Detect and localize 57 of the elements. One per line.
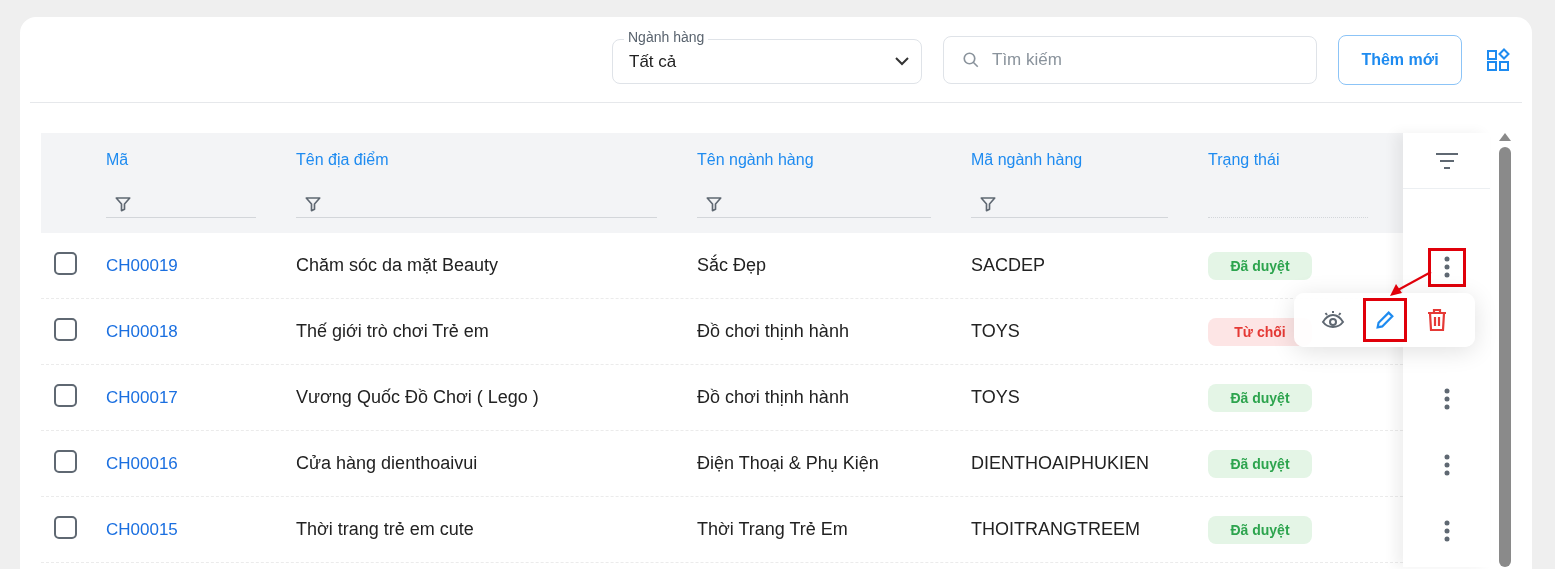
category-code: THOITRANGTREEM bbox=[971, 519, 1140, 539]
column-header[interactable]: Mã bbox=[106, 151, 256, 169]
sort-lines-icon[interactable] bbox=[1434, 151, 1459, 170]
search-field[interactable]: Tìm kiếm bbox=[943, 35, 1317, 84]
column-header[interactable]: Tên ngành hàng bbox=[697, 151, 931, 169]
category-name: Đồ chơi thịnh hành bbox=[697, 387, 849, 407]
place-name: Vương Quốc Đồ Chơi ( Lego ) bbox=[296, 387, 539, 407]
chevron-down-icon bbox=[895, 57, 909, 66]
row-checkbox[interactable] bbox=[54, 384, 77, 407]
filter-icon[interactable] bbox=[114, 195, 132, 213]
more-icon bbox=[1443, 256, 1450, 278]
row-checkbox[interactable] bbox=[54, 516, 77, 539]
code-link[interactable]: CH00017 bbox=[106, 387, 178, 407]
row-checkbox[interactable] bbox=[54, 252, 77, 275]
place-name: Cửa hàng dienthoaivui bbox=[296, 453, 478, 473]
column-header[interactable]: Trạng thái bbox=[1208, 151, 1368, 169]
code-link[interactable]: CH00016 bbox=[106, 453, 178, 473]
more-icon bbox=[1443, 520, 1450, 542]
search-icon bbox=[962, 50, 980, 69]
select-label: Ngành hàng bbox=[624, 29, 709, 45]
filter-icon[interactable] bbox=[979, 195, 997, 213]
row-checkbox[interactable] bbox=[54, 318, 77, 341]
pointer-arrow bbox=[1390, 271, 1432, 296]
select-value: Tất cả bbox=[629, 51, 677, 72]
filter-icon[interactable] bbox=[705, 195, 723, 213]
category-code: SACDEP bbox=[971, 255, 1046, 275]
category-code: DIENTHOAIPHUKIEN bbox=[971, 453, 1150, 473]
place-name: Thời trang trẻ em cute bbox=[296, 519, 474, 539]
category-name: Thời Trang Trẻ Em bbox=[697, 519, 848, 539]
category-name: Đồ chơi thịnh hành bbox=[697, 321, 849, 341]
grid-icon[interactable] bbox=[1486, 47, 1510, 72]
pencil-icon bbox=[1373, 309, 1396, 331]
status-badge: Đã duyệt bbox=[1208, 515, 1312, 544]
edit-button[interactable] bbox=[1362, 298, 1407, 342]
add-new-button[interactable]: Thêm mới bbox=[1338, 34, 1462, 85]
scroll-up-icon[interactable] bbox=[1499, 133, 1511, 141]
status-badge: Đã duyệt bbox=[1208, 251, 1312, 280]
category-name: Điện Thoại & Phụ Kiện bbox=[697, 453, 879, 473]
more-button[interactable] bbox=[1427, 247, 1466, 287]
place-name: Thế giới trò chơi Trẻ em bbox=[296, 321, 489, 341]
status-badge: Đã duyệt bbox=[1208, 383, 1312, 412]
column-header[interactable]: Tên địa điểm bbox=[296, 151, 657, 169]
filter-icon[interactable] bbox=[304, 195, 322, 213]
code-link[interactable]: CH00019 bbox=[106, 255, 178, 275]
category-code: TOYS bbox=[971, 321, 1020, 341]
trash-icon bbox=[1425, 308, 1448, 332]
code-link[interactable]: CH00018 bbox=[106, 321, 178, 341]
row-checkbox[interactable] bbox=[54, 450, 77, 473]
code-link[interactable]: CH00015 bbox=[106, 519, 178, 539]
category-name: Sắc Đẹp bbox=[697, 255, 767, 275]
status-badge: Đã duyệt bbox=[1208, 449, 1312, 478]
place-name: Chăm sóc da mặt Beauty bbox=[296, 255, 499, 275]
more-icon bbox=[1443, 388, 1450, 410]
scrollbar-thumb[interactable] bbox=[1499, 147, 1511, 567]
more-icon bbox=[1443, 454, 1450, 476]
category-code: TOYS bbox=[971, 387, 1020, 407]
column-header[interactable]: Mã ngành hàng bbox=[971, 151, 1168, 169]
